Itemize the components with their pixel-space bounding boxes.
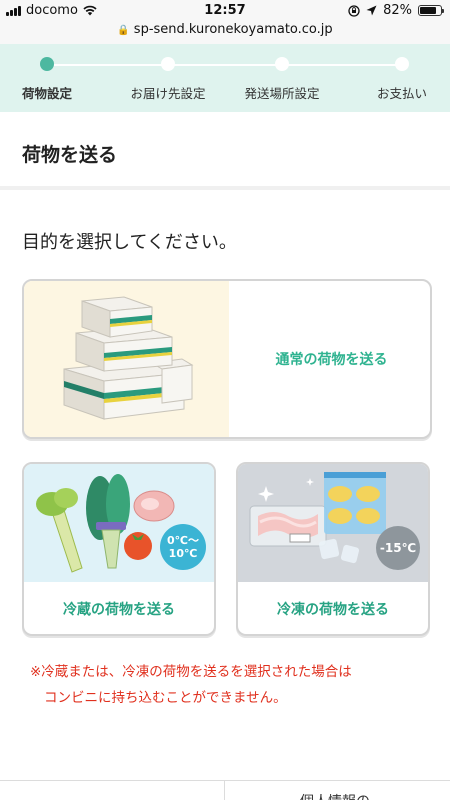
battery-icon — [418, 5, 444, 16]
battery-percent: 82% — [383, 3, 412, 18]
normal-package-card[interactable]: 通常の荷物を送る — [22, 279, 432, 439]
orientation-lock-icon — [348, 4, 360, 17]
frozen-temp-badge: -15℃ — [376, 526, 420, 570]
url-bar[interactable]: 🔒 sp-send.kuronekoyamato.co.jp — [0, 22, 450, 44]
footer-links: 個人情報の — [0, 780, 450, 800]
status-bar: docomo 12:57 82% — [0, 0, 450, 22]
page-header: 荷物を送る — [0, 112, 450, 190]
step-label: 発送場所設定 — [244, 86, 320, 101]
chilled-temp-badge: 0℃〜 10℃ — [160, 524, 206, 570]
step-payment: お支払い — [370, 57, 434, 102]
chilled-package-label: 冷蔵の荷物を送る — [63, 602, 175, 618]
step-dot — [395, 57, 409, 71]
step-label: お届け先設定 — [130, 86, 206, 101]
lock-icon: 🔒 — [117, 25, 130, 36]
progress-line — [45, 64, 400, 66]
boxes-illustration — [24, 281, 229, 437]
frozen-package-card[interactable]: -15℃ 冷凍の荷物を送る — [236, 462, 430, 636]
step-delivery-settings: お届け先設定 — [120, 57, 216, 102]
status-right: 82% — [348, 3, 444, 18]
normal-package-label: 通常の荷物を送る — [275, 352, 388, 368]
step-dot — [40, 57, 54, 71]
footer-divider — [224, 781, 225, 800]
step-dot — [161, 57, 175, 71]
url-text: sp-send.kuronekoyamato.co.jp — [133, 22, 333, 37]
chilled-food-illustration: 0℃〜 10℃ — [24, 464, 214, 582]
step-package-settings: 荷物設定 — [10, 57, 84, 102]
convenience-store-notice: ※冷蔵または、冷凍の荷物を送るを選択された場合は コンビニに持ち込むことができま… — [30, 659, 352, 711]
frozen-package-label: 冷凍の荷物を送る — [277, 602, 389, 618]
chilled-temp-line2: 10℃ — [168, 547, 198, 560]
step-dot — [275, 57, 289, 71]
progress-steps: 荷物設定 お届け先設定 発送場所設定 お支払い — [0, 44, 450, 112]
location-icon — [366, 5, 377, 16]
chilled-temp-line1: 0℃〜 — [167, 534, 199, 547]
purpose-prompt: 目的を選択してください。 — [22, 232, 237, 253]
step-label: お支払い — [376, 86, 427, 101]
privacy-policy-link[interactable]: 個人情報の — [300, 791, 370, 800]
notice-line-1: ※冷蔵または、冷凍の荷物を送るを選択された場合は — [30, 664, 352, 680]
notice-line-2: コンビニに持ち込むことができません。 — [44, 690, 287, 706]
chilled-package-card[interactable]: 0℃〜 10℃ 冷蔵の荷物を送る — [22, 462, 216, 636]
frozen-food-illustration: -15℃ — [238, 464, 428, 582]
step-shipping-location: 発送場所設定 — [234, 57, 330, 102]
page-title: 荷物を送る — [22, 144, 118, 166]
step-label: 荷物設定 — [21, 86, 72, 101]
